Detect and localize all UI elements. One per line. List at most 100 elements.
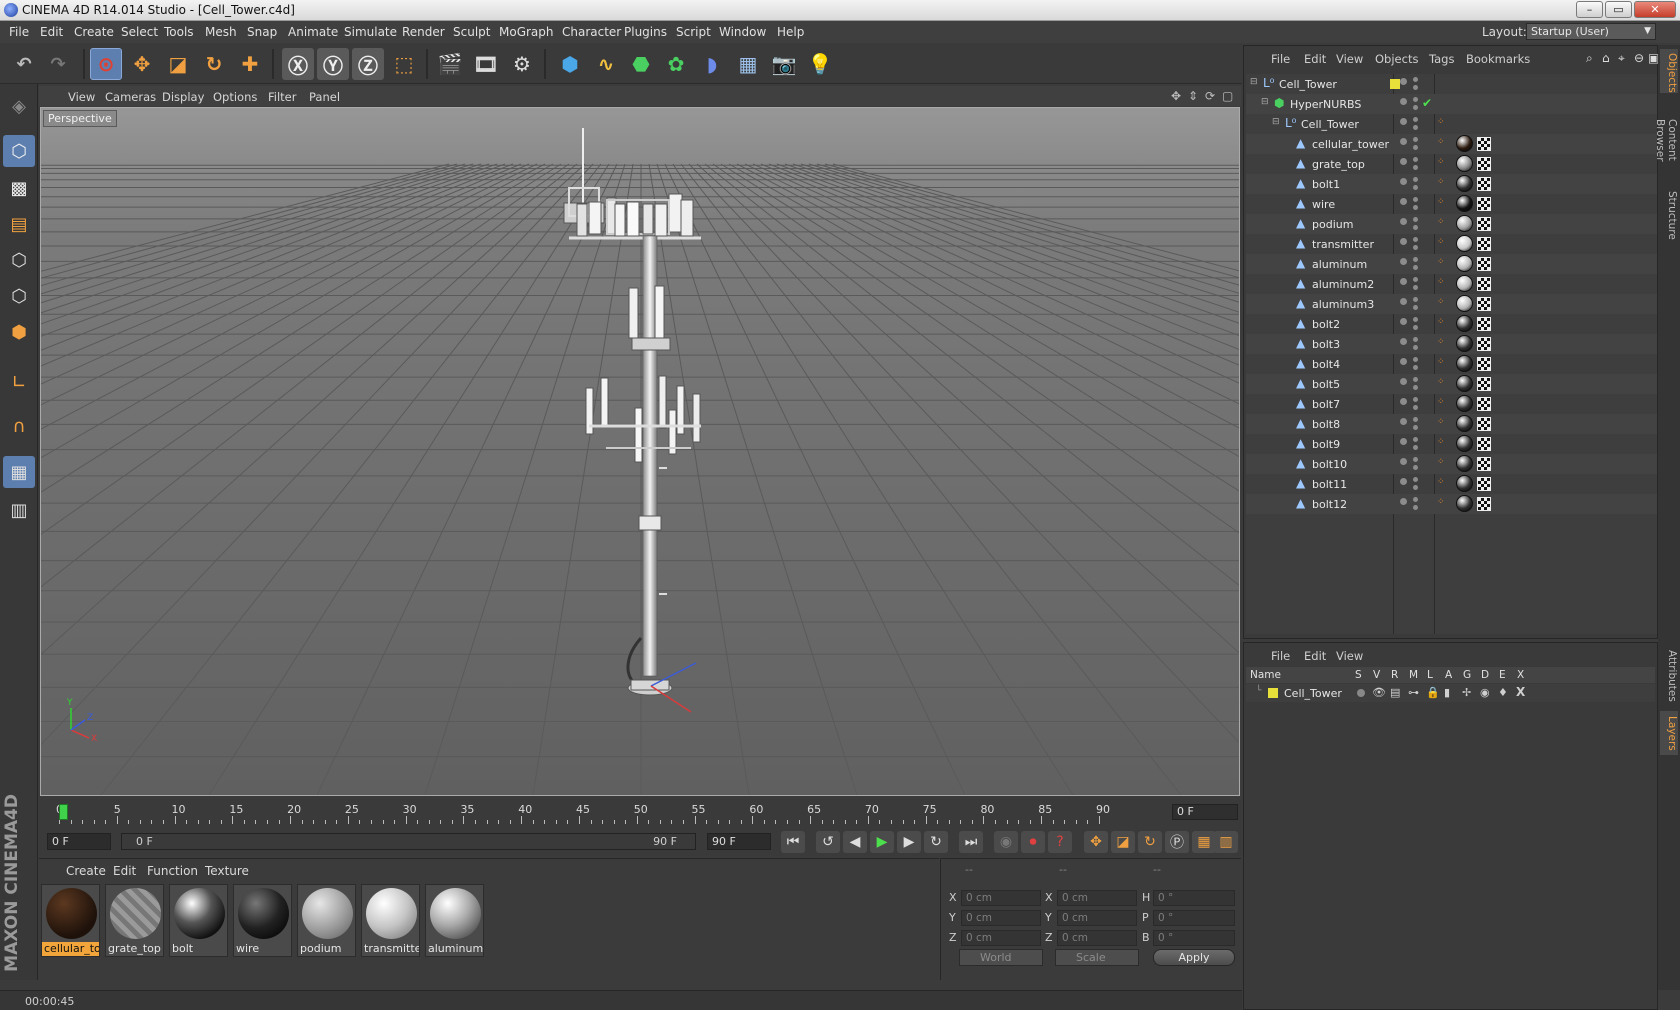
light-icon[interactable]: 💡 [804, 48, 836, 80]
undo-icon[interactable]: ↶ [8, 48, 40, 80]
material-tag-icon[interactable] [1456, 495, 1473, 512]
object-row[interactable]: ▲ transmitter ⁘ [1246, 234, 1657, 254]
editor-visibility-dot[interactable] [1400, 238, 1407, 245]
render-visibility-dot[interactable] [1413, 365, 1418, 370]
workplane-mode-icon[interactable]: ▤ [3, 208, 35, 240]
layer-color-swatch[interactable] [1268, 688, 1278, 698]
object-row[interactable]: ⊟ L⁰ Cell_Tower [1246, 74, 1657, 94]
object-name[interactable]: HyperNURBS [1290, 98, 1361, 111]
col-solo[interactable]: S [1355, 669, 1362, 681]
coordinate-mode-select[interactable]: World [959, 949, 1043, 966]
animation-icon[interactable]: ▮ [1444, 686, 1450, 699]
next-frame-icon[interactable]: ▶ [897, 831, 921, 853]
layer-name[interactable]: Cell_Tower [1284, 687, 1342, 700]
position-y-field[interactable]: 0 cm [961, 910, 1041, 926]
render-visibility-dot[interactable] [1413, 257, 1418, 262]
texture-tag-icon[interactable] [1477, 377, 1491, 391]
render-visibility-dot[interactable] [1413, 277, 1418, 282]
texture-tag-icon[interactable] [1477, 457, 1491, 471]
render-visibility-dot[interactable] [1413, 377, 1418, 382]
menu-animate[interactable]: Animate [288, 25, 338, 39]
layer-color-swatch[interactable] [1390, 79, 1400, 89]
object-name[interactable]: bolt12 [1312, 498, 1347, 511]
texture-tag-icon[interactable] [1477, 337, 1491, 351]
material-menu-texture[interactable]: Texture [205, 864, 249, 878]
material-tag-icon[interactable] [1456, 295, 1473, 312]
layers-menu-file[interactable]: File [1271, 649, 1290, 663]
render-visibility-dot[interactable] [1413, 465, 1418, 470]
playhead[interactable] [59, 804, 68, 820]
eye-icon[interactable]: 👁 [1372, 686, 1386, 699]
object-row[interactable]: ▲ cellular_tower ⁘ [1246, 134, 1657, 154]
editor-visibility-dot[interactable] [1400, 418, 1407, 425]
planar-workplane-icon[interactable]: ▥ [3, 494, 35, 526]
texture-tag-icon[interactable] [1477, 197, 1491, 211]
render-visibility-dot[interactable] [1413, 505, 1418, 510]
objects-menu-file[interactable]: File [1271, 52, 1290, 66]
maximize-button[interactable]: ▭ [1605, 1, 1632, 18]
enabled-check-icon[interactable]: ✔ [1422, 96, 1432, 110]
current-frame-field[interactable]: 0 F [1172, 804, 1238, 820]
objects-menu-objects[interactable]: Objects [1375, 52, 1418, 66]
render-visibility-dot[interactable] [1413, 245, 1418, 250]
object-row[interactable]: ▲ aluminum3 ⁘ [1246, 294, 1657, 314]
deformer-icon[interactable]: ◗ [696, 48, 728, 80]
tab-content-browser[interactable]: Content Browser [1654, 97, 1678, 183]
col-name[interactable]: Name [1250, 669, 1281, 681]
texture-tag-icon[interactable] [1477, 497, 1491, 511]
texture-tag-icon[interactable] [1477, 417, 1491, 431]
col-xref[interactable]: X [1517, 669, 1524, 681]
object-list[interactable]: ⊟ L⁰ Cell_Tower ⊟ ⬢ HyperNURBS ✔ ⊟ L⁰ Cell_Tower ⁘… [1246, 74, 1657, 634]
texture-tag-icon[interactable] [1477, 257, 1491, 271]
menu-sculpt[interactable]: Sculpt [453, 25, 490, 39]
material-swatch[interactable]: bolt [169, 884, 228, 957]
menu-file[interactable]: File [9, 25, 29, 39]
render-visibility-dot[interactable] [1413, 97, 1418, 102]
material-menu-create[interactable]: Create [66, 864, 106, 878]
render-visibility-dot[interactable] [1413, 77, 1418, 82]
texture-tag-icon[interactable] [1477, 237, 1491, 251]
lock-icon[interactable]: 🔒 [1426, 686, 1440, 699]
render-icon[interactable]: ▤ [1390, 686, 1400, 699]
material-tag-icon[interactable] [1456, 415, 1473, 432]
texture-tag-icon[interactable] [1477, 357, 1491, 371]
object-name[interactable]: cellular_tower [1312, 138, 1389, 151]
material-tag-icon[interactable] [1456, 395, 1473, 412]
phong-tag-icon[interactable]: ⁘ [1437, 197, 1445, 207]
material-tag-icon[interactable] [1456, 235, 1473, 252]
object-name[interactable]: bolt2 [1312, 318, 1340, 331]
size-y-field[interactable]: 0 cm [1057, 910, 1137, 926]
phong-tag-icon[interactable]: ⁘ [1437, 377, 1445, 387]
object-row[interactable]: ▲ bolt2 ⁘ [1246, 314, 1657, 334]
editor-visibility-dot[interactable] [1400, 98, 1407, 105]
object-name[interactable]: bolt11 [1312, 478, 1347, 491]
close-button[interactable]: ✕ [1634, 1, 1676, 18]
xref-icon[interactable]: X [1516, 685, 1525, 699]
editor-visibility-dot[interactable] [1400, 178, 1407, 185]
material-swatch[interactable]: podium [297, 884, 356, 957]
render-visibility-dot[interactable] [1413, 445, 1418, 450]
material-tag-icon[interactable] [1456, 375, 1473, 392]
render-visibility-dot[interactable] [1413, 285, 1418, 290]
minimize-button[interactable]: – [1576, 1, 1603, 18]
go-to-start-icon[interactable]: ⏮ [781, 831, 805, 853]
render-visibility-dot[interactable] [1413, 225, 1418, 230]
tab-layers[interactable]: Layers [1660, 711, 1678, 755]
model-mode-icon[interactable]: ⬡ [3, 135, 35, 167]
texture-tag-icon[interactable] [1477, 317, 1491, 331]
phong-tag-icon[interactable]: ⁘ [1437, 337, 1445, 347]
editor-visibility-dot[interactable] [1400, 378, 1407, 385]
make-editable-icon[interactable]: ◈ [3, 90, 35, 122]
object-row[interactable]: ▲ bolt1 ⁘ [1246, 174, 1657, 194]
objects-menu-tags[interactable]: Tags [1429, 52, 1454, 66]
material-menu-function[interactable]: Function [147, 864, 198, 878]
render-visibility-dot[interactable] [1413, 437, 1418, 442]
render-visibility-dot[interactable] [1413, 185, 1418, 190]
layer-row[interactable]: └ Cell_Tower 👁 ▤ ⊶ 🔒 ▮ ✢ ◉ ♦ X [1246, 684, 1655, 702]
phong-tag-icon[interactable]: ⁘ [1437, 297, 1445, 307]
object-row[interactable]: ▲ aluminum ⁘ [1246, 254, 1657, 274]
render-visibility-dot[interactable] [1413, 325, 1418, 330]
render-visibility-dot[interactable] [1413, 457, 1418, 462]
render-visibility-dot[interactable] [1413, 105, 1418, 110]
phong-tag-icon[interactable]: ⁘ [1437, 317, 1445, 327]
